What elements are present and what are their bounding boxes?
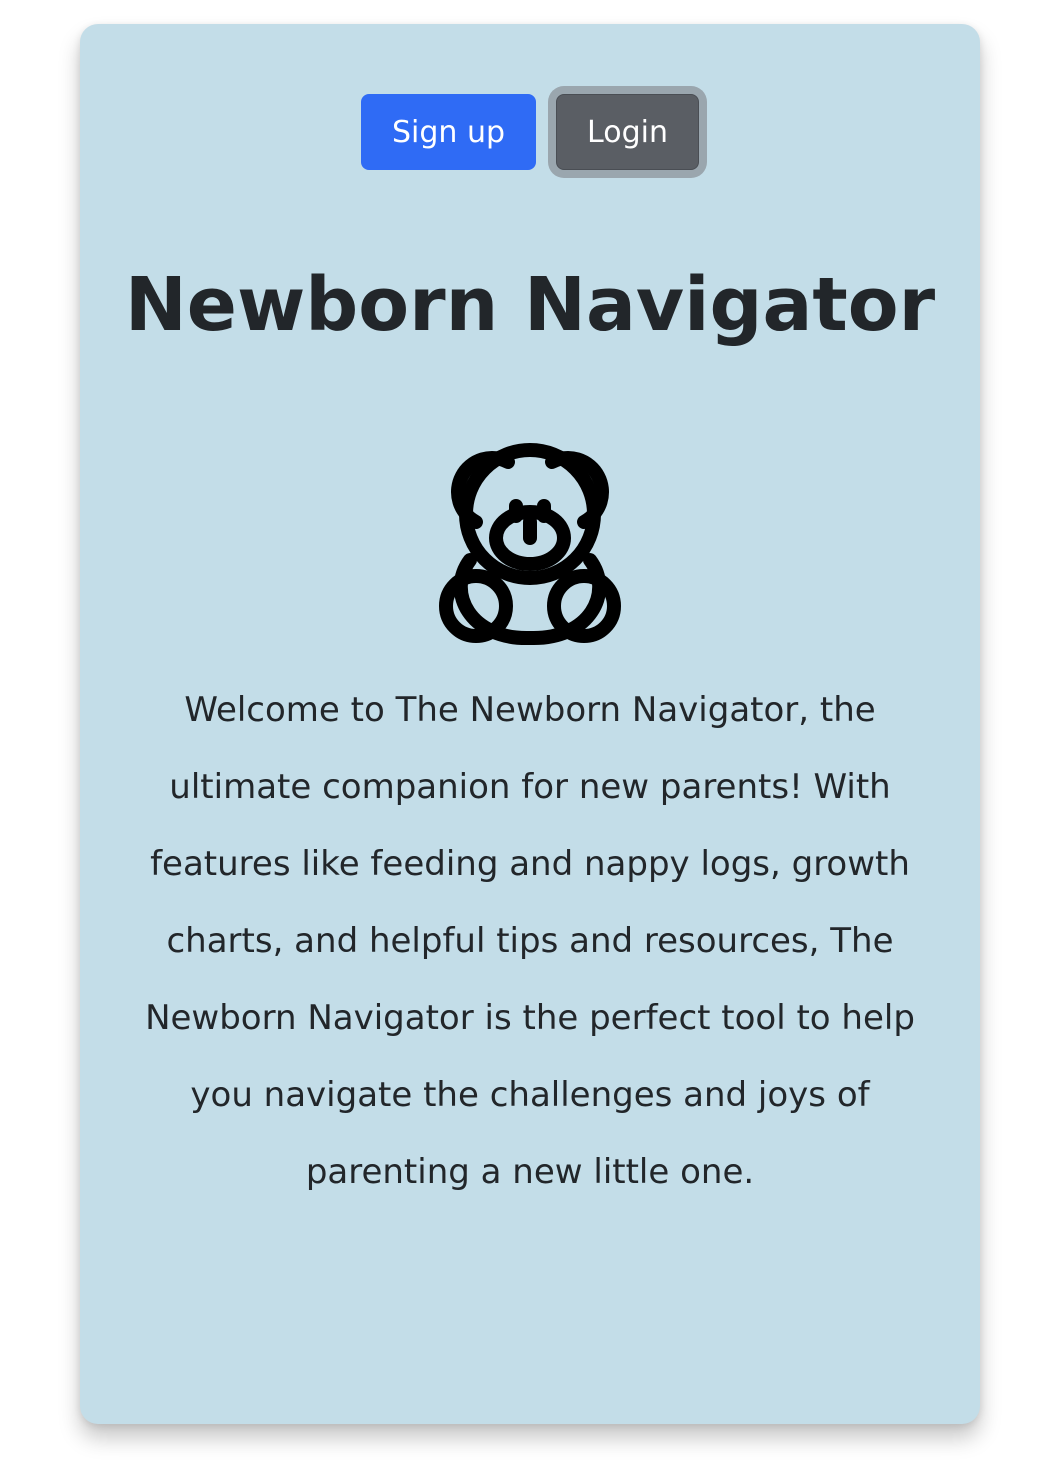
page-title: Newborn Navigator: [124, 262, 936, 348]
signup-button[interactable]: Sign up: [361, 94, 536, 170]
teddy-bear-icon: [439, 443, 621, 646]
welcome-description: Welcome to The Newborn Navigator, the ul…: [145, 690, 915, 1192]
auth-buttons: Sign up Login: [80, 94, 980, 170]
welcome-card: Sign up Login Newborn Navigator Welcome …: [80, 24, 980, 1424]
login-button[interactable]: Login: [556, 94, 699, 170]
